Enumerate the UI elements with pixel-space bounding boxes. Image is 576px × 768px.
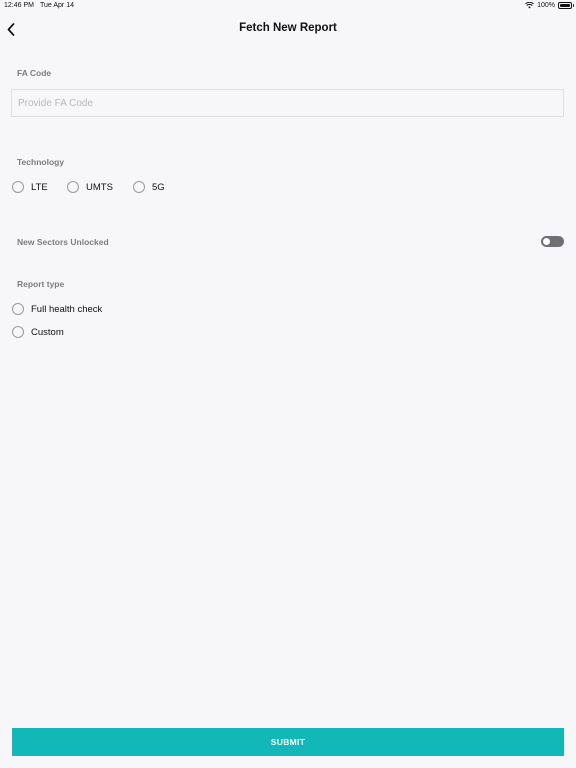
radio-label: Custom	[31, 326, 64, 338]
battery-percent: 100%	[537, 2, 555, 9]
nav-bar: Fetch New Report	[0, 12, 576, 48]
radio-circle	[12, 303, 24, 315]
technology-label: Technology	[17, 157, 65, 167]
radio-circle	[12, 326, 24, 338]
submit-button[interactable]: SUBMIT	[12, 728, 564, 756]
status-right: 100%	[525, 2, 574, 9]
toggle-knob	[543, 238, 550, 245]
status-date: Tue Apr 14	[40, 2, 74, 9]
status-bar: 12:46 PM Tue Apr 14 100%	[0, 0, 576, 12]
radio-circle	[133, 181, 145, 193]
new-sectors-label: New Sectors Unlocked	[17, 237, 109, 247]
radio-label: LTE	[31, 181, 48, 193]
radio-label: 5G	[152, 181, 165, 193]
wifi-icon	[525, 2, 534, 9]
new-sectors-toggle[interactable]	[541, 236, 564, 247]
report-type-label: Report type	[17, 279, 65, 289]
page-title: Fetch New Report	[239, 22, 337, 34]
radio-5g[interactable]: 5G	[133, 181, 165, 193]
radio-circle	[67, 181, 79, 193]
radio-umts[interactable]: UMTS	[67, 181, 113, 193]
radio-custom[interactable]: Custom	[12, 326, 64, 338]
status-time: 12:46 PM	[4, 2, 34, 9]
radio-label: Full health check	[31, 303, 103, 315]
radio-lte[interactable]: LTE	[12, 181, 48, 193]
battery-icon	[558, 2, 574, 9]
fa-code-label: FA Code	[17, 68, 52, 78]
radio-circle	[12, 181, 24, 193]
radio-full-health-check[interactable]: Full health check	[12, 303, 102, 315]
radio-label: UMTS	[86, 181, 113, 193]
fa-code-input[interactable]	[11, 89, 564, 117]
